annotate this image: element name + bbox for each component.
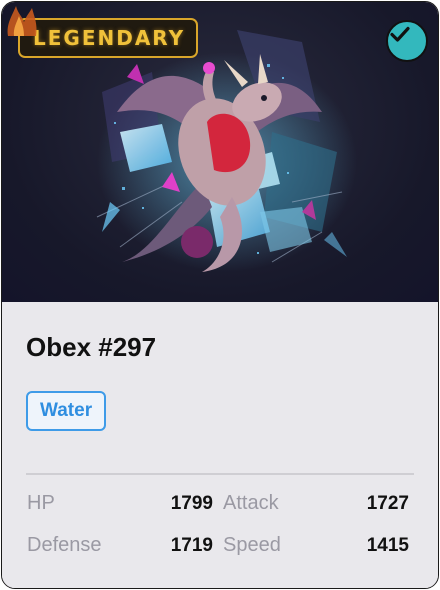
stat-value-speed: 1415	[366, 535, 409, 556]
stat-label-hp: HP	[27, 492, 55, 514]
flame-icon	[7, 6, 37, 36]
stat-value-hp: 1799	[170, 493, 213, 514]
stat-value-attack: 1727	[366, 493, 409, 514]
stat-label-speed: Speed	[223, 534, 281, 556]
monster-card[interactable]: LEGENDARY Obex #297 Water HP 1799 Attack…	[1, 1, 439, 589]
card-info: Obex #297 Water HP 1799 Attack 1727 Defe…	[2, 302, 438, 588]
stat-label-defense: Defense	[27, 534, 102, 556]
rarity-badge: LEGENDARY	[18, 18, 198, 58]
monster-name: Obex #297	[26, 332, 157, 362]
card-artwork: LEGENDARY	[2, 2, 438, 302]
stat-value-defense: 1719	[170, 535, 213, 556]
type-badge: Water	[26, 391, 107, 431]
stat-label-attack: Attack	[223, 492, 279, 514]
checkmark-icon	[386, 20, 428, 62]
divider	[26, 473, 414, 475]
rarity-label: LEGENDARY	[33, 26, 186, 50]
